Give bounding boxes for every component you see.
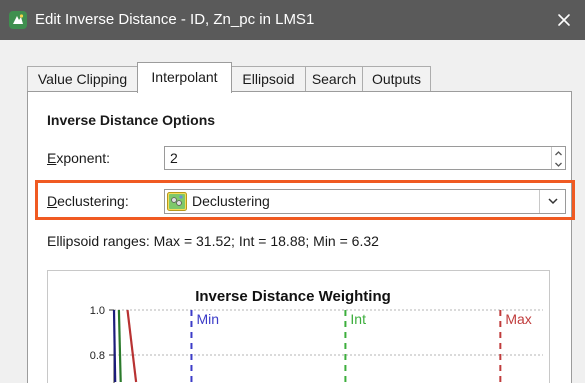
- window-title: Edit Inverse Distance - ID, Zn_pc in LMS…: [35, 11, 315, 28]
- declustering-select[interactable]: Declustering: [164, 189, 566, 214]
- range-marker-label: Int: [350, 311, 366, 327]
- weight-curve: [126, 309, 138, 383]
- exponent-value: 2: [170, 150, 178, 166]
- section-title: Inverse Distance Options: [47, 112, 216, 128]
- weight-curve: [117, 309, 122, 383]
- title-bar[interactable]: Edit Inverse Distance - ID, Zn_pc in LMS…: [0, 0, 585, 40]
- chart-svg: Inverse Distance Weighting 1.0 0.8 Min In…: [90, 288, 543, 383]
- spin-up-button[interactable]: [552, 147, 565, 158]
- edit-inverse-distance-dialog: Edit Inverse Distance - ID, Zn_pc in LMS…: [0, 0, 585, 383]
- chevron-down-icon: [548, 198, 558, 205]
- spin-down-button[interactable]: [552, 158, 565, 169]
- weighting-chart: Inverse Distance Weighting 1.0 0.8 Min In…: [47, 270, 550, 383]
- ellipsoid-ranges: Ellipsoid ranges: Max = 31.52; Int = 18.…: [47, 233, 379, 249]
- range-marker-label: Max: [505, 311, 531, 327]
- range-marker-label: Min: [196, 311, 219, 327]
- chart-title: Inverse Distance Weighting: [195, 288, 391, 305]
- app-logo-icon: [9, 11, 27, 29]
- spin-buttons: [551, 147, 565, 169]
- declustering-label: Declustering:: [47, 193, 129, 209]
- declustering-object-icon: [167, 192, 187, 211]
- exponent-label-text: xponent:: [56, 150, 111, 166]
- declustering-value: Declustering: [192, 193, 270, 209]
- y-tick-label: 1.0: [90, 305, 105, 317]
- declustering-label-mnemonic: D: [47, 193, 58, 209]
- dropdown-button[interactable]: [539, 190, 565, 213]
- exponent-label: Exponent:: [47, 150, 110, 166]
- exponent-spinbox[interactable]: 2: [164, 146, 566, 170]
- weight-curve: [112, 309, 117, 383]
- declustering-label-text: eclustering:: [57, 193, 129, 209]
- tab-outputs[interactable]: Outputs: [362, 66, 431, 92]
- tab-interpolant[interactable]: Interpolant: [137, 62, 232, 93]
- tab-search[interactable]: Search: [305, 66, 363, 92]
- exponent-label-mnemonic: E: [47, 150, 57, 166]
- tab-ellipsoid[interactable]: Ellipsoid: [231, 66, 306, 92]
- y-tick-label: 0.8: [90, 350, 105, 362]
- tab-value-clipping[interactable]: Value Clipping: [27, 66, 138, 92]
- close-icon[interactable]: [552, 8, 576, 32]
